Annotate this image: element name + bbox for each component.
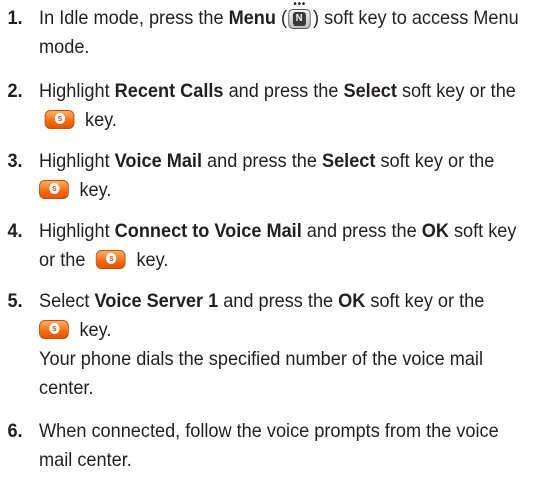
step-text: Highlight Connect to Voice Mail and pres… [39, 220, 517, 271]
instruction-page: 1. In Idle mode, press the Menu (••• N) s… [0, 0, 538, 483]
menu-key-icon: ••• N [287, 0, 312, 29]
step-3: 3. Highlight Voice Mail and press the Se… [7, 147, 528, 205]
step-number: 3. [7, 150, 23, 172]
step-1: 1. In Idle mode, press the Menu (••• N) s… [7, 0, 528, 62]
step-note: Your phone dials the specified number of… [39, 348, 483, 399]
step-text: Select Voice Server 1 and press the OK s… [39, 290, 485, 399]
step-text: Highlight Voice Mail and press the Selec… [39, 150, 495, 201]
step-2: 2. Highlight Recent Calls and press the … [7, 77, 528, 135]
step-4: 4. Highlight Connect to Voice Mail and p… [7, 217, 528, 275]
step-number: 6. [7, 420, 23, 442]
step-text: In Idle mode, press the Menu (••• N) soft… [39, 0, 519, 58]
menu-label: Menu [228, 7, 276, 29]
step-text: When connected, follow the voice prompts… [39, 420, 499, 471]
ok-key-icon: s [96, 250, 126, 269]
step-number: 1. [7, 7, 23, 29]
step-number: 5. [7, 290, 23, 312]
ok-key-icon: s [39, 180, 69, 199]
step-6: 6. When connected, follow the voice prom… [7, 417, 528, 475]
step-number: 4. [7, 220, 23, 242]
step-number: 2. [7, 80, 23, 102]
step-5: 5. Select Voice Server 1 and press the O… [7, 287, 528, 403]
ok-key-icon: s [39, 320, 69, 339]
step-text: Highlight Recent Calls and press the Sel… [39, 80, 516, 131]
ok-key-icon: s [44, 110, 75, 129]
